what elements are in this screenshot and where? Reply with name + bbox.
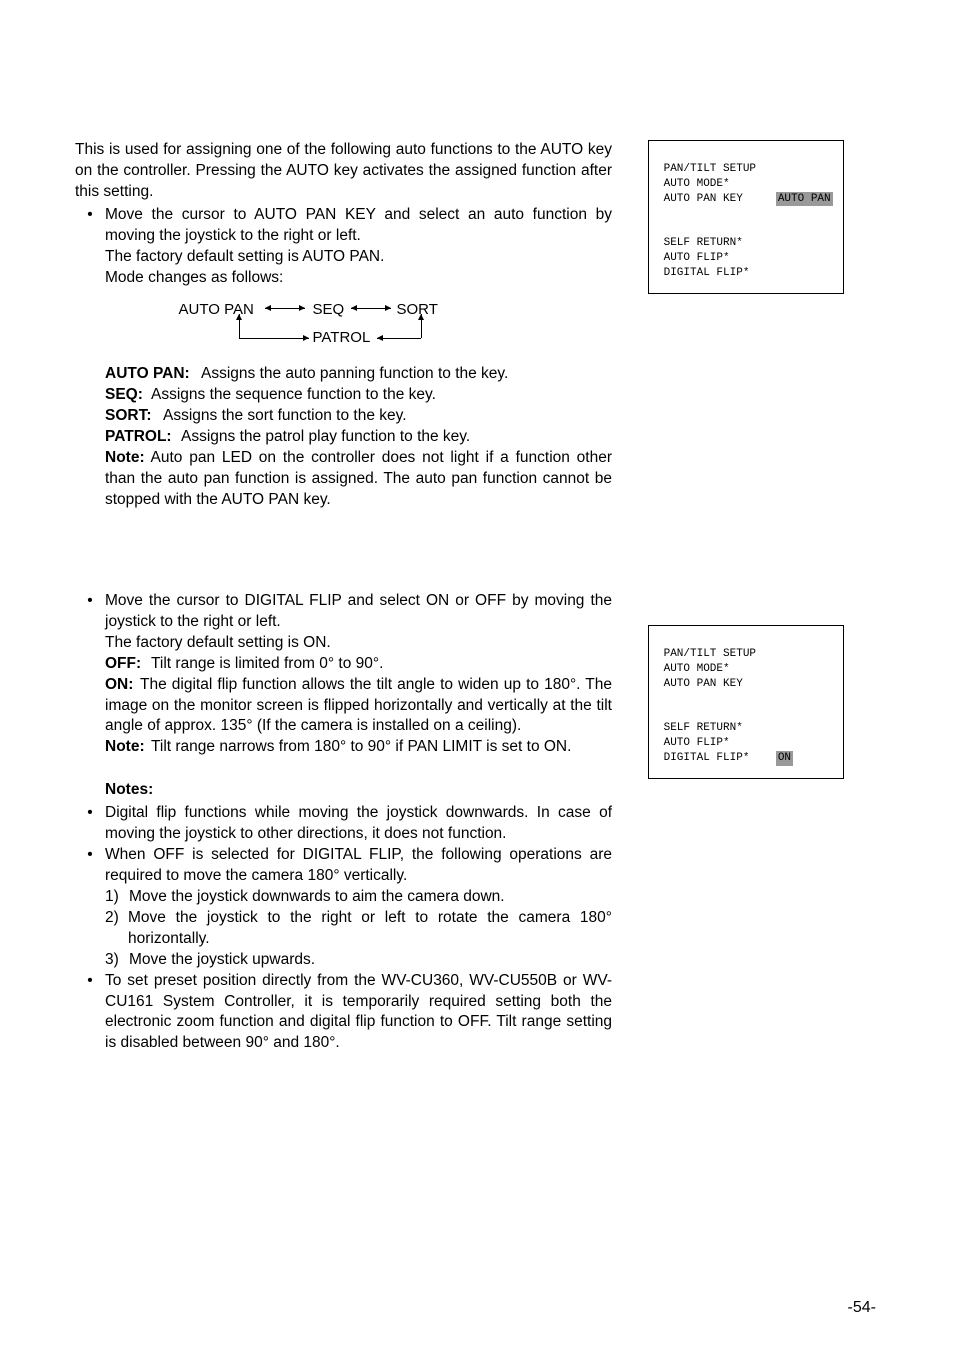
val-off: Tilt range is limited from 0° to 90°.: [151, 655, 383, 672]
p1-highlight: AUTO PAN: [776, 192, 833, 207]
b1-line3: Mode changes as follows:: [105, 269, 283, 286]
n2-3: Move the joystick upwards.: [129, 950, 315, 971]
notes-header: Notes:: [105, 780, 612, 801]
mode-cycle-diagram: AUTO PAN SEQ SORT PATROL: [179, 300, 509, 352]
term-off: OFF:: [105, 654, 147, 675]
term-note1: Note:: [105, 449, 145, 466]
desc-patrol: PATROL: Assigns the patrol play function…: [105, 427, 612, 448]
diagram-autopan: AUTO PAN: [179, 300, 254, 320]
arrow-double-1: [265, 308, 305, 309]
note-item-1: • Digital flip functions while moving th…: [75, 803, 612, 845]
n2-1-num: 1): [105, 887, 129, 908]
n2-2: Move the joystick to the right or left t…: [128, 908, 612, 950]
n2-3-num: 3): [105, 950, 129, 971]
bullet-digital-flip: • Move the cursor to DIGITAL FLIP and se…: [75, 591, 612, 758]
df-off-row: OFF: Tilt range is limited from 0° to 90…: [105, 654, 612, 675]
arrow-up-right: [421, 314, 422, 338]
p1-l1: PAN/TILT SETUP: [657, 163, 848, 175]
b2-line1: Move the cursor to DIGITAL FLIP and sele…: [105, 592, 612, 630]
p2-l1: PAN/TILT SETUP: [657, 648, 848, 660]
term-dfnote: Note:: [105, 737, 151, 758]
val-sort: Assigns the sort function to the key.: [163, 406, 407, 427]
bullet-auto-pan-key: • Move the cursor to AUTO PAN KEY and se…: [75, 205, 612, 289]
val-note1: Auto pan LED on the controller does not …: [105, 449, 612, 508]
desc-note1: Note: Auto pan LED on the controller doe…: [105, 448, 612, 511]
bullet-dot: •: [75, 205, 105, 289]
df-on-row: ON: The digital flip function allows the…: [105, 675, 612, 738]
n3-text: To set preset position directly from the…: [105, 971, 612, 1055]
term-sort: SORT:: [105, 406, 163, 427]
term-autopan: AUTO PAN:: [105, 364, 201, 385]
p1-l6: SELF RETURN*: [657, 237, 776, 249]
desc-sort: SORT: Assigns the sort function to the k…: [105, 406, 612, 427]
bullet-dot-n1: •: [75, 803, 105, 845]
desc-autopan: AUTO PAN: Assigns the auto panning funct…: [105, 364, 612, 385]
val-on: The digital flip function allows the til…: [105, 676, 612, 735]
term-patrol: PATROL:: [105, 427, 181, 448]
arrow-double-2: [351, 308, 391, 309]
term-seq: SEQ:: [105, 385, 151, 406]
bullet-dot-n2: •: [75, 845, 105, 971]
p2-l8: DIGITAL FLIP*: [657, 752, 776, 764]
note-item-2: • When OFF is selected for DIGITAL FLIP,…: [75, 845, 612, 971]
p2-l6: SELF RETURN*: [657, 722, 776, 734]
p2-l3: AUTO PAN KEY: [657, 678, 776, 690]
n1-text: Digital flip functions while moving the …: [105, 803, 612, 845]
osd-panel-1: PAN/TILT SETUP AUTO MODE* AUTO PAN KEY A…: [648, 140, 844, 294]
bullet-dot-2: •: [75, 591, 105, 758]
df-note-row: Note: Tilt range narrows from 180° to 90…: [105, 737, 612, 758]
intro-text: This is used for assigning one of the fo…: [75, 140, 612, 203]
n2-1: Move the joystick downwards to aim the c…: [129, 887, 505, 908]
p2-l7: AUTO FLIP*: [657, 737, 776, 749]
val-dfnote: Tilt range narrows from 180° to 90° if P…: [151, 738, 571, 755]
diagram-patrol: PATROL: [313, 328, 371, 348]
arrow-up-left: [239, 314, 240, 338]
arrow-right-bottom: [239, 338, 309, 339]
b2-line2: The factory default setting is ON.: [105, 634, 331, 651]
page-number: -54-: [848, 1297, 876, 1319]
b1-line2: The factory default setting is AUTO PAN.: [105, 248, 384, 265]
p1-l7: AUTO FLIP*: [657, 252, 776, 264]
b1-line1: Move the cursor to AUTO PAN KEY and sele…: [105, 206, 612, 244]
n2-2-num: 2): [105, 908, 128, 950]
p2-highlight: ON: [776, 751, 793, 766]
bullet-dot-n3: •: [75, 971, 105, 1055]
p1-l8: DIGITAL FLIP*: [657, 267, 776, 279]
note-item-3: • To set preset position directly from t…: [75, 971, 612, 1055]
desc-seq: SEQ: Assigns the sequence function to th…: [105, 385, 612, 406]
term-on: ON:: [105, 675, 140, 696]
p1-l3: AUTO PAN KEY: [657, 193, 776, 205]
arrow-left-bottom: [377, 338, 421, 339]
n2-text: When OFF is selected for DIGITAL FLIP, t…: [105, 846, 612, 884]
val-patrol: Assigns the patrol play function to the …: [181, 427, 470, 448]
osd-panel-2: PAN/TILT SETUP AUTO MODE* AUTO PAN KEY S…: [648, 625, 844, 779]
diagram-seq: SEQ: [313, 300, 345, 320]
val-autopan: Assigns the auto panning function to the…: [201, 364, 508, 385]
p2-l2: AUTO MODE*: [657, 663, 776, 675]
val-seq: Assigns the sequence function to the key…: [151, 385, 436, 406]
p1-l2: AUTO MODE*: [657, 178, 776, 190]
